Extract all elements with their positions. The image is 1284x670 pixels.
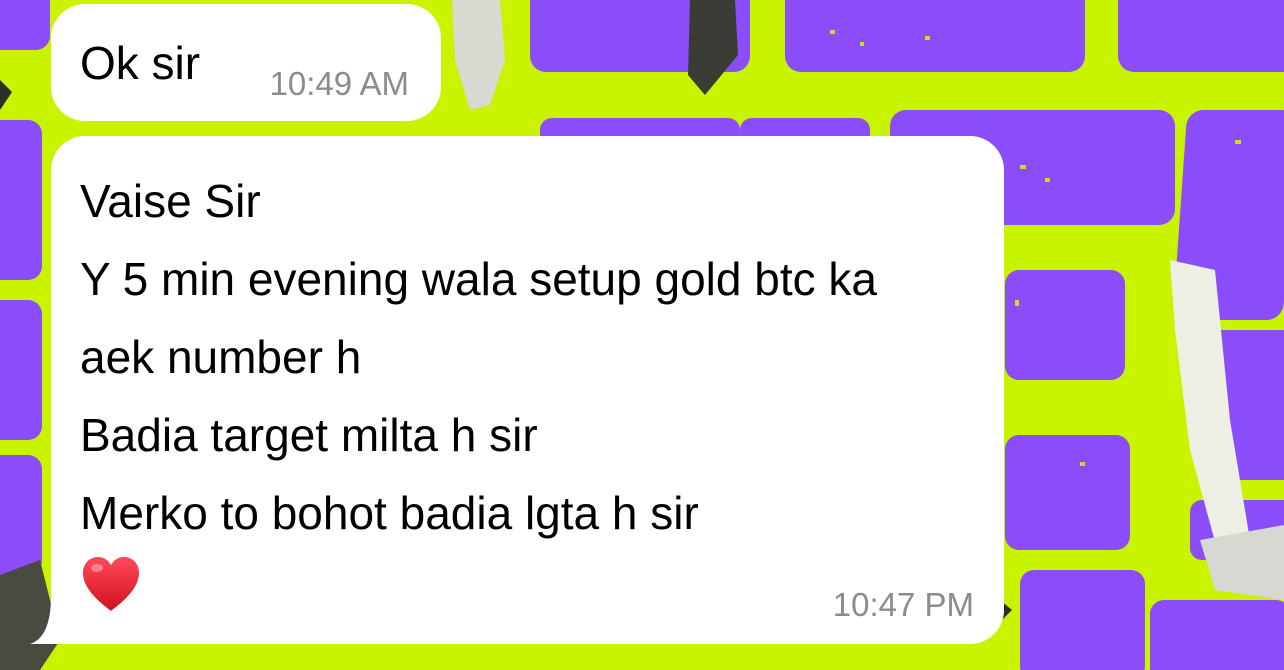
message-line: Merko to bohot badia lgta h sir xyxy=(80,487,699,539)
heart-emoji-icon xyxy=(83,557,139,611)
message-line: Y 5 min evening wala setup gold btc ka xyxy=(80,253,877,305)
message-text: Ok sir xyxy=(80,37,201,89)
message-line: Badia target milta h sir xyxy=(80,409,538,461)
message-line: Vaise Sir xyxy=(80,175,261,227)
message-body: Vaise Sir Y 5 min evening wala setup gol… xyxy=(80,162,877,552)
message-line: aek number h xyxy=(80,331,362,383)
message-timestamp: 10:49 AM xyxy=(269,65,409,102)
message-timestamp: 10:47 PM xyxy=(832,586,974,623)
message-bubble-incoming[interactable]: Vaise Sir Y 5 min evening wala setup gol… xyxy=(51,136,1004,644)
message-bubble-incoming[interactable]: Ok sir 10:49 AM xyxy=(51,4,441,121)
